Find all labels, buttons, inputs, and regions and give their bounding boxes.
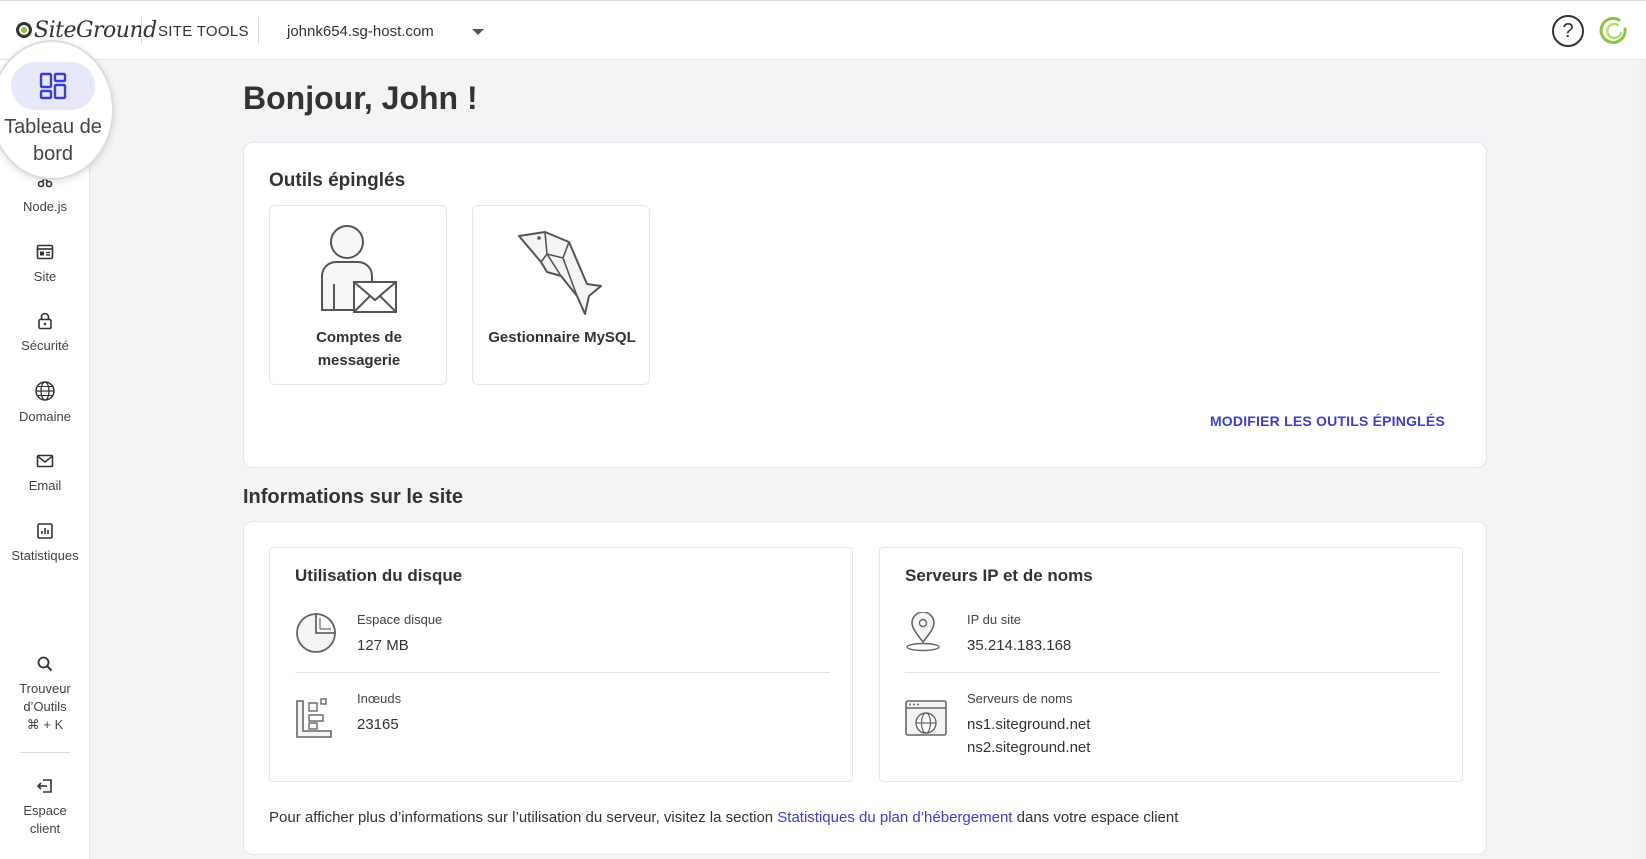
sidebar-item-label: Statistiques [11,548,79,563]
footnote-text-before: Pour afficher plus d’informations sur l’… [269,809,778,826]
dashboard-icon [39,72,67,100]
footnote-text-after: dans votre espace client [1012,809,1179,826]
mail-icon [36,454,54,468]
sidebar-item-label: Domaine [18,409,72,424]
disk-space-label: Espace disque [357,612,443,627]
page-scrollbar[interactable] [1639,60,1646,859]
divider [258,17,259,45]
sidebar-item-label: Sécurité [21,338,69,353]
sidebar-divider [20,752,70,753]
web-globe-icon [905,700,947,736]
help-icon[interactable]: ? [1552,15,1584,47]
inodes-label: Inœuds [357,691,402,706]
modify-pinned-tools-link[interactable]: MODIFIER LES OUTILS ÉPINGLÉS [1210,413,1445,429]
client-area-label-1: Espace [23,803,67,818]
inodes-value: 23165 [357,716,399,733]
chevron-down-icon[interactable] [472,29,484,35]
tool-label: Gestionnaire MySQL [488,329,636,346]
site-ip-value: 35.214.183.168 [967,637,1072,654]
tool-label: Comptes de messagerie [270,326,448,372]
siteground-logo-mark-icon [16,22,32,38]
dashboard-label: Tableau de bord [4,116,102,165]
disk-usage-title: Utilisation du disque [295,566,463,585]
pinned-tools-title: Outils épinglés [269,170,406,191]
disk-space-value: 127 MB [357,637,409,654]
servers-title: Serveurs IP et de noms [905,566,1093,585]
inodes-row: Inœuds 23165 [295,691,830,738]
stats-icon [37,523,53,539]
pie-chart-icon [296,613,336,653]
tool-label-line2: messagerie [317,352,401,369]
disk-space-row: Espace disque 127 MB [295,612,830,658]
ns2-value: ns2.siteground.net [967,739,1091,756]
domain-selector[interactable]: johnk654.sg-host.com [287,23,434,40]
hosting-plan-stats-link[interactable]: Statistiques du plan d’hébergement [777,809,1012,826]
site-tools-label: SITE TOOLS [158,23,249,40]
sidebar-item-label: Node.js [22,199,68,214]
sidebar-item-statistics[interactable]: Statistiques [0,521,90,565]
site-ip-label: IP du site [967,612,1021,627]
tool-finder-shortcut: ⌘ + K [26,717,64,732]
sidebar: Node.js Site Sécurité Domaine Email Stat… [0,60,90,859]
tool-email-accounts[interactable]: Comptes de messagerie [269,205,447,385]
top-bar: SiteGround SITE TOOLS johnk654.sg-host.c… [0,0,1646,60]
mysql-dolphin-icon [518,231,602,315]
sidebar-item-client-area[interactable]: Espace client [0,776,90,838]
sidebar-item-security[interactable]: Sécurité [0,311,90,355]
tool-finder-label-2: d’Outils [23,699,67,714]
sidebar-item-label: Email [28,478,62,493]
lock-icon [38,312,52,330]
location-pin-icon [906,612,940,652]
tool-label-line1: Comptes de [316,329,402,346]
siteground-spinner-icon[interactable] [1597,15,1629,47]
siteground-logo[interactable]: SiteGround [16,17,157,43]
sidebar-item-site[interactable]: Site [0,242,90,286]
row-divider [905,672,1440,673]
server-stats-footnote: Pour afficher plus d’informations sur l’… [269,809,1178,826]
tool-mysql-manager[interactable]: Gestionnaire MySQL [472,205,650,385]
search-icon [37,656,53,672]
name-servers-values: ns1.siteground.net ns2.siteground.net [967,713,1090,759]
sidebar-item-email[interactable]: Email [0,451,90,495]
email-accounts-icon [321,225,397,313]
inodes-icon [296,698,332,738]
site-info-title: Informations sur le site [243,486,464,508]
divider [141,17,142,45]
tool-finder-label-1: Trouveur [19,681,71,696]
exit-icon [36,779,52,793]
page-title: Bonjour, John ! [243,80,478,116]
logo-text: SiteGround [34,17,157,43]
row-divider [295,672,830,673]
servers-panel: Serveurs IP et de noms IP du site 35.214… [879,547,1463,782]
active-item-pill [11,62,95,110]
disk-usage-panel: Utilisation du disque Espace disque 127 … [269,547,853,782]
ns1-value: ns1.siteground.net [967,716,1091,733]
client-area-label-2: client [29,821,61,836]
sidebar-item-dashboard[interactable]: Tableau de bord [0,40,114,180]
site-ip-row: IP du site 35.214.183.168 [905,612,1440,658]
name-servers-label: Serveurs de noms [967,691,1073,706]
site-icon [36,244,54,260]
sidebar-item-label: Site [33,269,57,284]
sidebar-item-domain[interactable]: Domaine [0,380,90,426]
globe-icon [35,381,55,401]
name-servers-row: Serveurs de noms ns1.siteground.net ns2.… [905,691,1440,761]
pinned-tools-card: Outils épinglés Comptes de messagerie Ge… [243,142,1487,468]
sidebar-item-tool-finder[interactable]: Trouveur d’Outils ⌘ + K [0,654,90,734]
site-info-card: Utilisation du disque Espace disque 127 … [243,521,1487,855]
